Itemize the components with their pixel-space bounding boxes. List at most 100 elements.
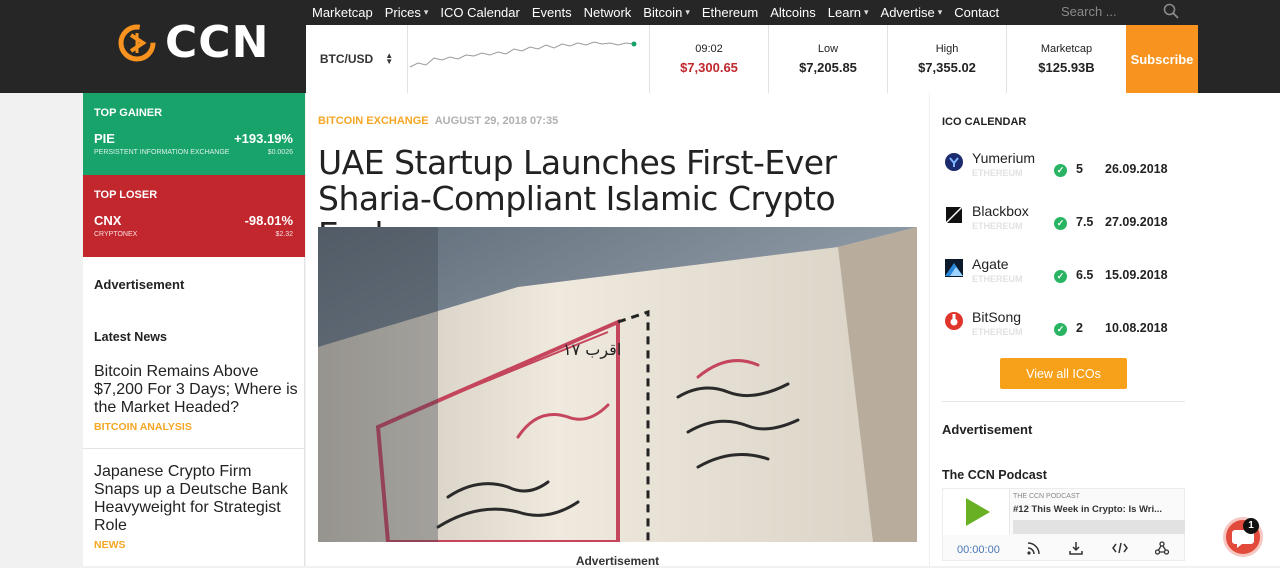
share-icon[interactable] (1151, 539, 1173, 557)
view-all-icos-button[interactable]: View all ICOs (1000, 358, 1127, 389)
ico-date: 27.09.2018 (1105, 215, 1168, 229)
nav-item-ico-calendar[interactable]: ICO Calendar (434, 5, 525, 20)
notification-badge: 1 (1243, 518, 1259, 534)
rss-icon[interactable] (1023, 539, 1045, 557)
ico-score: 7.5 (1076, 215, 1094, 229)
ico-item[interactable]: Yumerium ETHEREUM ✓ 5 26.09.2018 (944, 148, 1184, 184)
nav-item-bitcoin[interactable]: Bitcoin ▾ (637, 5, 696, 20)
nav-item-prices[interactable]: Prices ▾ (379, 5, 435, 20)
play-button[interactable] (943, 489, 1010, 535)
nav-item-label: Contact (954, 4, 1000, 20)
podcast-episode-title[interactable]: #12 This Week in Crypto: Is Wri... (1013, 504, 1183, 515)
chevron-down-icon: ▾ (685, 6, 690, 17)
podcast-player: THE CCN PODCAST #12 This Week in Crypto:… (942, 488, 1185, 561)
chevron-down-icon: ▾ (937, 6, 943, 17)
news-item[interactable]: Japanese Crypto Firm Snaps up a Deutsche… (94, 463, 299, 551)
nav-item-label: Events (531, 4, 572, 20)
ico-item[interactable]: BitSong ETHEREUM ✓ 2 10.08.2018 (944, 307, 1184, 343)
sparkline-chart (409, 41, 637, 68)
pair-label: BTC/USD (319, 52, 374, 66)
ico-date: 10.08.2018 (1105, 321, 1168, 335)
top-loser-box[interactable]: TOP LOSER CNX -98.01% CRYPTONEX $2.32 (83, 175, 305, 257)
download-icon[interactable] (1065, 539, 1087, 557)
gainer-symbol: PIE (94, 131, 115, 146)
news-title[interactable]: Bitcoin Remains Above $7,200 For 3 Days;… (94, 363, 299, 417)
search-input[interactable]: Search ... (1061, 4, 1117, 19)
article-meta: BITCOIN EXCHANGE AUGUST 29, 2018 07:35 (318, 115, 558, 127)
gainer-name: PERSISTENT INFORMATION EXCHANGE (94, 149, 230, 156)
nav-item-network[interactable]: Network (578, 5, 638, 20)
play-icon (966, 498, 990, 526)
nav-item-events[interactable]: Events (526, 5, 578, 20)
ico-chain: ETHEREUM (972, 274, 1023, 284)
nav-item-label: Learn (827, 4, 861, 20)
subscribe-button[interactable]: Subscribe (1126, 25, 1198, 93)
price-ticker: BTC/USD ▲ ▼ 09:02 $7,300.65 Low $7,205.85… (306, 25, 1126, 93)
ico-score: 5 (1076, 162, 1083, 176)
ticker-price: 09:02 $7,300.65 (650, 25, 769, 93)
nav-item-altcoins[interactable]: Altcoins (764, 5, 822, 20)
ico-name[interactable]: Yumerium (972, 150, 1035, 166)
ico-item[interactable]: Blackbox ETHEREUM ✓ 7.5 27.09.2018 (944, 201, 1184, 237)
nav-item-label: Ethereum (701, 4, 759, 20)
ticker-price-value: $7,300.65 (680, 60, 738, 75)
price-sparkline (408, 25, 650, 93)
ico-name[interactable]: BitSong (972, 309, 1021, 325)
top-gainer-box[interactable]: TOP GAINER PIE +193.19% PERSISTENT INFOR… (83, 93, 305, 175)
nav-item-label: Altcoins (770, 4, 816, 20)
ticker-marketcap: Marketcap $125.93B (1007, 25, 1126, 93)
quran-book-image: اقرب ١٧ (318, 227, 917, 542)
podcast-title: The CCN Podcast (942, 468, 1047, 482)
news-tag[interactable]: BITCOIN ANALYSIS (94, 421, 299, 433)
chevron-down-icon: ▾ (864, 6, 869, 17)
search-box[interactable]: Search ... (1055, 0, 1185, 22)
image-page-label: اقرب ١٧ (563, 340, 621, 360)
article-hero-image: اقرب ١٧ (318, 227, 917, 542)
check-icon: ✓ (1054, 217, 1067, 230)
ccn-logo[interactable]: CCN (117, 21, 277, 65)
gainer-change: +193.19% (234, 131, 293, 146)
nav-item-label: Advertise (880, 4, 935, 20)
search-icon[interactable] (1163, 3, 1179, 19)
high-value: $7,355.02 (918, 60, 976, 75)
chevron-down-icon: ▾ (423, 6, 429, 17)
news-title[interactable]: Japanese Crypto Firm Snaps up a Deutsche… (94, 463, 299, 535)
loser-change: -98.01% (244, 213, 293, 228)
divider (83, 448, 305, 449)
loser-price: $2.32 (275, 231, 293, 238)
ico-item[interactable]: Agate ETHEREUM ✓ 6.5 15.09.2018 (944, 254, 1184, 290)
article-category[interactable]: BITCOIN EXCHANGE (318, 115, 429, 127)
ico-name[interactable]: Blackbox (972, 203, 1029, 219)
ico-chain: ETHEREUM (972, 221, 1023, 231)
podcast-show-name: THE CCN PODCAST (1013, 493, 1080, 500)
nav-item-advertise[interactable]: Advertise ▾ (875, 5, 949, 20)
check-icon: ✓ (1054, 164, 1067, 177)
nav-item-label: Prices (384, 4, 421, 20)
ticker-high: High $7,355.02 (888, 25, 1007, 93)
advertisement-label: Advertisement (942, 422, 1033, 437)
news-tag[interactable]: NEWS (94, 539, 299, 551)
right-sidebar: ICO CALENDAR Yumerium ETHEREUM ✓ 5 26.09… (930, 93, 1280, 566)
nav-item-marketcap[interactable]: Marketcap (306, 5, 379, 20)
top-gainer-title: TOP GAINER (94, 107, 163, 119)
pair-select[interactable]: BTC/USD ▲ ▼ (306, 25, 408, 93)
podcast-time: 00:00:00 (957, 544, 1000, 556)
podcast-progress-bar[interactable] (1013, 520, 1185, 534)
main-nav: Marketcap Prices ▾ ICO Calendar Events Networ… (306, 0, 1005, 24)
nav-item-label: Marketcap (312, 4, 373, 20)
updown-icon: ▲ ▼ (385, 51, 394, 66)
high-label: High (935, 43, 959, 55)
ico-chain: ETHEREUM (972, 327, 1023, 337)
nav-item-contact[interactable]: Contact (948, 5, 1005, 20)
low-label: Low (817, 43, 839, 55)
low-value: $7,205.85 (799, 60, 857, 75)
nav-item-ethereum[interactable]: Ethereum (696, 5, 764, 20)
ico-date: 26.09.2018 (1105, 162, 1168, 176)
ico-name[interactable]: Agate (972, 256, 1009, 272)
nav-item-label: ICO Calendar (440, 4, 520, 20)
loser-name: CRYPTONEX (94, 231, 138, 238)
embed-code-icon[interactable] (1109, 539, 1131, 557)
nav-item-learn[interactable]: Learn ▾ (822, 5, 875, 20)
news-item[interactable]: Bitcoin Remains Above $7,200 For 3 Days;… (94, 363, 299, 433)
ico-date: 15.09.2018 (1105, 268, 1168, 282)
